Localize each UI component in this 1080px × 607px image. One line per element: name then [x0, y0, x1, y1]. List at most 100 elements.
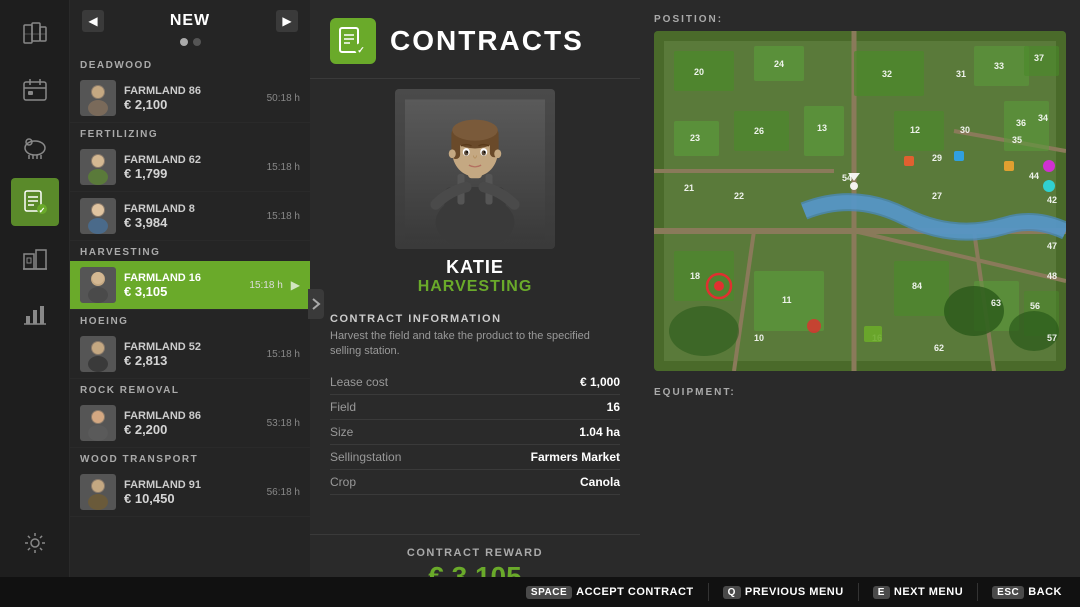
- contracts-header-icon: ✓: [330, 18, 376, 64]
- price-wood-91: € 10,450: [124, 491, 259, 506]
- svg-text:36: 36: [1016, 118, 1026, 128]
- svg-text:57: 57: [1047, 333, 1057, 343]
- contract-info-harvesting-16: FARMLAND 16 € 3,105: [124, 272, 241, 299]
- q-key: Q: [723, 586, 741, 599]
- page-dots: [70, 38, 310, 54]
- svg-text:84: 84: [912, 281, 922, 291]
- time-hoeing-52: 15:18 h: [267, 349, 300, 360]
- accept-contract-button[interactable]: SPACE ACCEPT CONTRACT: [518, 584, 702, 601]
- right-panel: POSITION:: [640, 0, 1080, 607]
- contract-item-wood-91[interactable]: FARMLAND 91 € 10,450 56:18 h: [70, 468, 310, 517]
- detail-row: Size1.04 ha: [330, 419, 620, 444]
- farmland-label-hoeing-52: FARMLAND 52: [124, 341, 259, 353]
- svg-text:29: 29: [932, 153, 942, 163]
- avatar-fertilizing-62: [80, 149, 116, 185]
- contract-item-fertilizing-62[interactable]: FARMLAND 62 € 1,799 15:18 h: [70, 143, 310, 192]
- detail-label: Field: [330, 394, 461, 419]
- avatar-hoeing-52: [80, 336, 116, 372]
- farmland-label-harvesting-16: FARMLAND 16: [124, 272, 241, 284]
- sidebar-icon-stats[interactable]: [11, 290, 59, 338]
- contract-item-fertilizing-8[interactable]: FARMLAND 8 € 3,984 15:18 h: [70, 192, 310, 241]
- svg-text:27: 27: [932, 191, 942, 201]
- farmland-label-fertilizing-62: FARMLAND 62: [124, 154, 259, 166]
- contract-info-section: CONTRACT INFORMATION Harvest the field a…: [310, 301, 640, 534]
- svg-text:✓: ✓: [38, 206, 45, 215]
- farmland-label-rock-86: FARMLAND 86: [124, 410, 259, 422]
- category-fertilizing: FERTILIZING: [70, 123, 310, 143]
- price-deadwood-86: € 2,100: [124, 97, 259, 112]
- next-page-button[interactable]: ▶: [276, 10, 298, 32]
- contract-item-harvesting-16[interactable]: FARMLAND 16 € 3,105 15:18 h ▶: [70, 261, 310, 310]
- action-bar: SPACE ACCEPT CONTRACT Q PREVIOUS MENU E …: [0, 577, 1080, 607]
- contract-info-hoeing-52: FARMLAND 52 € 2,813: [124, 341, 259, 368]
- time-wood-91: 56:18 h: [267, 487, 300, 498]
- svg-text:12: 12: [910, 125, 920, 135]
- farmland-label-wood-91: FARMLAND 91: [124, 479, 259, 491]
- avatar-harvesting-16: [80, 267, 116, 303]
- back-label: BACK: [1028, 586, 1062, 598]
- contract-item-rock-86[interactable]: FARMLAND 86 € 2,200 53:18 h: [70, 399, 310, 448]
- price-harvesting-16: € 3,105: [124, 284, 241, 299]
- previous-menu-button[interactable]: Q PREVIOUS MENU: [715, 584, 852, 601]
- contracts-list-panel: ◀ NEW ▶ DEADWOOD FARMLAND 86 € 2,100 50:…: [70, 0, 310, 607]
- svg-text:11: 11: [782, 295, 792, 305]
- price-fertilizing-62: € 1,799: [124, 166, 259, 181]
- svg-text:30: 30: [960, 125, 970, 135]
- sidebar-icon-contracts[interactable]: ✓: [11, 178, 59, 226]
- contract-info-deadwood-86: FARMLAND 86 € 2,100: [124, 85, 259, 112]
- farmland-label-fertilizing-8: FARMLAND 8: [124, 203, 259, 215]
- category-deadwood: DEADWOOD: [70, 54, 310, 74]
- time-harvesting-16: 15:18 h: [249, 280, 282, 291]
- svg-text:10: 10: [754, 333, 764, 343]
- svg-text:24: 24: [774, 59, 784, 69]
- back-button[interactable]: ESC BACK: [984, 584, 1070, 601]
- svg-text:63: 63: [991, 298, 1001, 308]
- category-hoeing: HOEING: [70, 310, 310, 330]
- price-hoeing-52: € 2,813: [124, 353, 259, 368]
- page-dot-2: [193, 38, 201, 46]
- time-rock-86: 53:18 h: [267, 418, 300, 429]
- time-fertilizing-8: 15:18 h: [267, 211, 300, 222]
- avatar-rock-86: [80, 405, 116, 441]
- category-rock-removal: ROCK REMOVAL: [70, 379, 310, 399]
- contract-item-hoeing-52[interactable]: FARMLAND 52 € 2,813 15:18 h: [70, 330, 310, 379]
- sidebar: ✓: [0, 0, 70, 607]
- equipment-label: EQUIPMENT:: [654, 387, 1066, 398]
- detail-value: 16: [461, 394, 621, 419]
- sidebar-icon-animals[interactable]: [11, 122, 59, 170]
- next-menu-button[interactable]: E NEXT MENU: [865, 584, 971, 601]
- esc-key: ESC: [992, 586, 1024, 599]
- avatar-fertilizing-8: [80, 198, 116, 234]
- page-dot-1: [180, 38, 188, 46]
- svg-text:44: 44: [1029, 171, 1039, 181]
- contract-info-desc: Harvest the field and take the product t…: [330, 329, 620, 360]
- prev-menu-label: PREVIOUS MENU: [745, 586, 844, 598]
- accept-label: ACCEPT CONTRACT: [576, 586, 694, 598]
- detail-label: Crop: [330, 469, 461, 494]
- selected-arrow: ▶: [291, 278, 300, 292]
- sidebar-icon-map[interactable]: [11, 10, 59, 58]
- svg-text:26: 26: [754, 126, 764, 136]
- contract-info-rock-86: FARMLAND 86 € 2,200: [124, 410, 259, 437]
- sidebar-expand-arrow[interactable]: [308, 289, 324, 319]
- divider-3: [977, 583, 978, 601]
- panel-title: NEW: [170, 12, 210, 30]
- farmland-label-deadwood-86: FARMLAND 86: [124, 85, 259, 97]
- svg-text:23: 23: [690, 133, 700, 143]
- main-content: ✓ CONTRACTS: [310, 0, 640, 607]
- svg-text:48: 48: [1047, 271, 1057, 281]
- sidebar-icon-settings[interactable]: [11, 519, 59, 567]
- price-rock-86: € 2,200: [124, 422, 259, 437]
- prev-page-button[interactable]: ◀: [82, 10, 104, 32]
- contract-info-fertilizing-8: FARMLAND 8 € 3,984: [124, 203, 259, 230]
- contract-item-deadwood-86[interactable]: FARMLAND 86 € 2,100 50:18 h: [70, 74, 310, 123]
- avatar-deadwood-86: [80, 80, 116, 116]
- character-name: KATIE: [446, 257, 504, 278]
- character-area: KATIE HARVESTING: [310, 79, 640, 301]
- svg-text:33: 33: [994, 61, 1004, 71]
- sidebar-icon-calendar[interactable]: [11, 66, 59, 114]
- category-harvesting: HARVESTING: [70, 241, 310, 261]
- svg-text:47: 47: [1047, 241, 1057, 251]
- svg-text:21: 21: [684, 183, 694, 193]
- sidebar-icon-buildings[interactable]: [11, 234, 59, 282]
